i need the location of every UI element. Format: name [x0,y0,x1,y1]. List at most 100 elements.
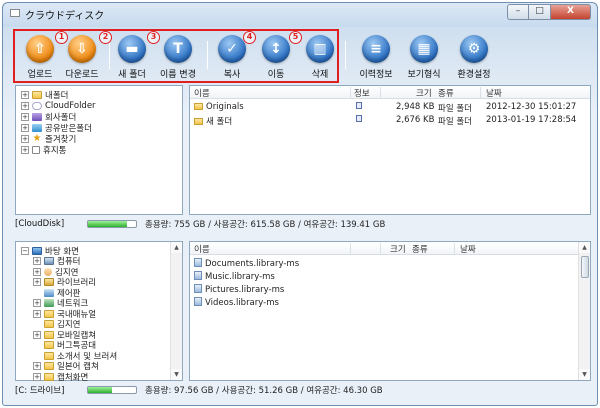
view-mode-button[interactable]: ▦ 보기형식 [397,31,451,81]
column-divider[interactable] [380,243,381,254]
scroll-down-icon[interactable]: ▼ [579,369,590,380]
tree-item[interactable]: 소개서 및 브러셔 [33,350,117,362]
scroll-thumb[interactable] [581,256,589,278]
tree-item[interactable]: + 네트워크 [33,298,88,309]
info-icon[interactable] [356,115,362,122]
column-name[interactable]: 이름 [194,87,210,99]
desktop-icon [32,246,42,255]
tree-scrollbar[interactable]: ▲ ▼ [170,242,182,380]
column-type[interactable]: 종류 [412,243,428,255]
expand-icon[interactable]: + [33,257,41,265]
tree-item[interactable]: 버그특공대 [33,340,96,351]
scroll-up-icon[interactable]: ▲ [579,242,590,253]
tree-item[interactable]: + 국내매뉴얼 [33,308,96,320]
column-date[interactable]: 날짜 [486,87,502,99]
column-divider[interactable] [454,243,455,254]
expand-icon[interactable]: + [21,123,29,132]
info-icon[interactable] [356,102,362,109]
expand-icon[interactable]: + [21,145,29,154]
table-row[interactable]: 새 폴더 2,676 KB 파일 폴더 2013-01-19 17:28:54 [190,114,590,127]
file-list-scrollbar[interactable]: ▲ ▼ [578,242,590,380]
file-name: Originals [206,102,244,112]
tree-item[interactable]: + 컴퓨터 [33,256,80,267]
cloud-disk-label: [CloudDisk] [15,219,65,229]
cloud-folder-tree[interactable]: + 내폴더 + CloudFolder + 회사폴더 + 공유받은폴더 + ★ 즐겨찾기 +… [15,85,183,215]
expand-icon[interactable]: + [21,112,29,121]
tree-item-trash[interactable]: + 휴지통 [21,144,66,156]
tree-label: 김지연 [57,320,81,330]
expand-icon[interactable]: + [33,372,41,381]
expand-icon[interactable]: + [21,101,29,110]
column-name[interactable]: 이름 [194,243,210,255]
tree-label: 일본어 캡쳐 [57,362,99,372]
column-date[interactable]: 날짜 [460,243,476,255]
scroll-down-icon[interactable]: ▼ [171,369,182,380]
settings-button[interactable]: ⚙ 환경설정 [447,31,501,81]
file-name: Videos.library-ms [205,298,279,308]
tree-item[interactable]: + 김지연 [33,266,78,278]
minimize-button[interactable]: – [507,4,529,20]
tree-item[interactable]: 제어판 [33,287,80,299]
folder-icon [44,309,54,318]
expand-icon[interactable]: + [21,134,29,143]
expand-icon[interactable]: + [33,267,41,276]
local-status-bar: [C: 드라이브] 총용량: 97.56 GB / 사용공간: 51.26 GB… [15,383,591,397]
local-folder-tree[interactable]: + 캡처화면 + 일본어 캡쳐 소개서 및 브러셔 버그특공대 + 모바일캡쳐 김지연 + 국내매뉴… [15,241,183,383]
column-divider[interactable] [380,87,381,98]
folder-icon [44,341,54,349]
table-row[interactable]: Originals 2,948 KB 파일 폴더 2012-12-30 15:0… [190,101,590,114]
view-mode-icon: ▦ [410,35,438,63]
library-file-icon [194,297,202,306]
tree-item-my-folder[interactable]: + 내폴더 [21,89,69,101]
maximize-button[interactable]: □ [529,4,551,20]
expand-icon[interactable]: + [33,330,41,339]
tree-label: 바탕 화면 [45,246,79,257]
computer-icon [44,257,54,265]
table-row[interactable]: Videos.library-ms [190,296,590,309]
cloud-usage-bar [87,220,137,228]
tree-item[interactable]: − 바탕 화면 [21,245,79,257]
column-divider[interactable] [350,243,351,254]
table-row[interactable]: Documents.library-ms [190,257,590,270]
tree-item[interactable]: + 캡처화면 [33,371,88,383]
table-row[interactable]: Pictures.library-ms [190,283,590,296]
expand-icon[interactable]: − [21,246,29,255]
expand-icon[interactable]: + [33,362,41,370]
column-size[interactable]: 크기 [390,243,406,255]
column-divider[interactable] [350,87,351,98]
tree-item-company-folder[interactable]: + 회사폴더 [21,111,76,123]
tree-item[interactable]: + 모바일캡쳐 [33,329,97,341]
file-date: 2012-12-30 15:01:27 [486,102,577,112]
title-bar[interactable]: クラウドディスク – □ X [3,3,597,25]
tree-item-cloudfolder[interactable]: + CloudFolder [21,100,96,111]
expand-icon[interactable]: + [21,90,29,99]
tree-item[interactable]: + 라이브러리 [33,277,96,288]
folder-icon [194,103,203,110]
tree-item-shared-folder[interactable]: + 공유받은폴더 [21,122,92,134]
history-button[interactable]: ≡ 이력정보 [349,31,403,81]
tree-item[interactable]: 김지연 [33,319,80,330]
tree-label: 모바일캡쳐 [57,330,97,341]
column-info[interactable]: 정보 [354,87,370,99]
column-divider[interactable] [480,87,481,98]
file-date: 2013-01-19 17:28:54 [486,115,577,125]
window-controls: – □ X [507,4,591,20]
expand-icon[interactable]: + [33,278,41,286]
folder-icon [44,330,54,339]
column-type[interactable]: 종류 [438,87,454,99]
company-folder-icon [32,112,42,121]
expand-icon[interactable]: + [33,309,41,318]
cloud-file-list[interactable]: 이름 정보 크기 종류 날짜 Originals 2,948 KB 파일 폴더 … [189,85,591,215]
table-row[interactable]: Music.library-ms [190,270,590,283]
tree-item[interactable]: + 일본어 캡쳐 [33,361,99,372]
tree-label: 내폴더 [45,90,69,101]
expand-icon[interactable]: + [33,299,41,307]
tree-item-favorites[interactable]: + ★ 즐겨찾기 [21,133,76,145]
cloud-usage-text: 총용량: 755 GB / 사용공간: 615.58 GB / 여유공간: 13… [145,220,386,230]
close-button[interactable]: X [551,4,591,20]
window-title: クラウドディスク [25,11,105,22]
column-size[interactable]: 크기 [416,87,432,99]
tree-label: 컴퓨터 [57,257,81,267]
local-file-list[interactable]: 이름 크기 종류 날짜 Documents.library-ms Music.l… [189,241,591,381]
scroll-up-icon[interactable]: ▲ [171,242,182,253]
